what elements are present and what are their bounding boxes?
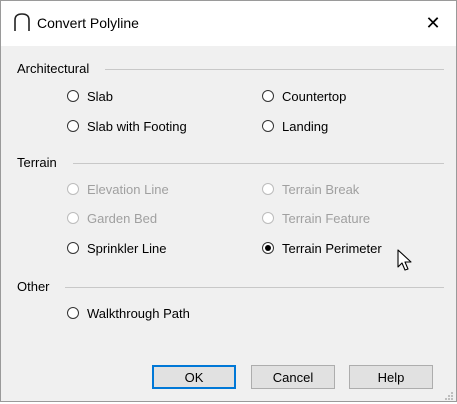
group-divider: [73, 163, 444, 164]
ok-button[interactable]: OK: [152, 365, 236, 389]
radio-label: Slab with Footing: [87, 118, 187, 134]
polyline-arc-icon: [13, 12, 31, 32]
group-divider: [65, 287, 444, 288]
mouse-pointer-icon: [397, 249, 413, 273]
radio-circle: [67, 183, 79, 195]
radio-circle: [67, 212, 79, 224]
radio-label: Terrain Break: [282, 181, 360, 197]
radio-circle-selected: [262, 242, 274, 254]
radio-label: Countertop: [282, 88, 347, 104]
cancel-button[interactable]: Cancel: [251, 365, 335, 389]
group-label-architectural: Architectural: [17, 61, 90, 76]
radio-terrain-break: Terrain Break: [262, 179, 359, 199]
window-title: Convert Polyline: [37, 15, 139, 31]
radio-countertop[interactable]: Countertop: [262, 86, 346, 106]
group-divider: [105, 69, 444, 70]
close-button[interactable]: ✕: [410, 1, 456, 46]
radio-circle: [262, 120, 274, 132]
radio-label: Garden Bed: [87, 210, 158, 226]
radio-sprinkler-line[interactable]: Sprinkler Line: [67, 238, 167, 258]
title-bar[interactable]: Convert Polyline ✕: [1, 1, 456, 46]
radio-garden-bed: Garden Bed: [67, 208, 157, 228]
radio-label: Terrain Feature: [282, 210, 371, 226]
convert-polyline-dialog: Convert Polyline ✕ Architectural Slab Co…: [0, 0, 457, 402]
radio-label: Terrain Perimeter: [282, 240, 382, 256]
radio-terrain-perimeter[interactable]: Terrain Perimeter: [262, 238, 382, 258]
radio-circle: [67, 120, 79, 132]
help-button[interactable]: Help: [349, 365, 433, 389]
radio-label: Sprinkler Line: [87, 240, 167, 256]
radio-landing[interactable]: Landing: [262, 116, 328, 136]
radio-label: Elevation Line: [87, 181, 169, 197]
radio-walkthrough-path[interactable]: Walkthrough Path: [67, 303, 190, 323]
radio-circle: [67, 242, 79, 254]
radio-slab[interactable]: Slab: [67, 86, 113, 106]
radio-terrain-feature: Terrain Feature: [262, 208, 370, 228]
radio-circle: [262, 212, 274, 224]
radio-circle: [67, 307, 79, 319]
radio-elevation-line: Elevation Line: [67, 179, 169, 199]
radio-label: Landing: [282, 118, 329, 134]
radio-circle: [262, 183, 274, 195]
group-label-terrain: Terrain: [17, 155, 57, 170]
radio-slab-with-footing[interactable]: Slab with Footing: [67, 116, 187, 136]
radio-label: Walkthrough Path: [87, 305, 190, 321]
radio-label: Slab: [87, 88, 114, 104]
close-icon: ✕: [425, 13, 441, 33]
resize-grip-icon[interactable]: [444, 389, 454, 400]
radio-circle: [67, 90, 79, 102]
group-label-other: Other: [17, 279, 50, 294]
radio-circle: [262, 90, 274, 102]
